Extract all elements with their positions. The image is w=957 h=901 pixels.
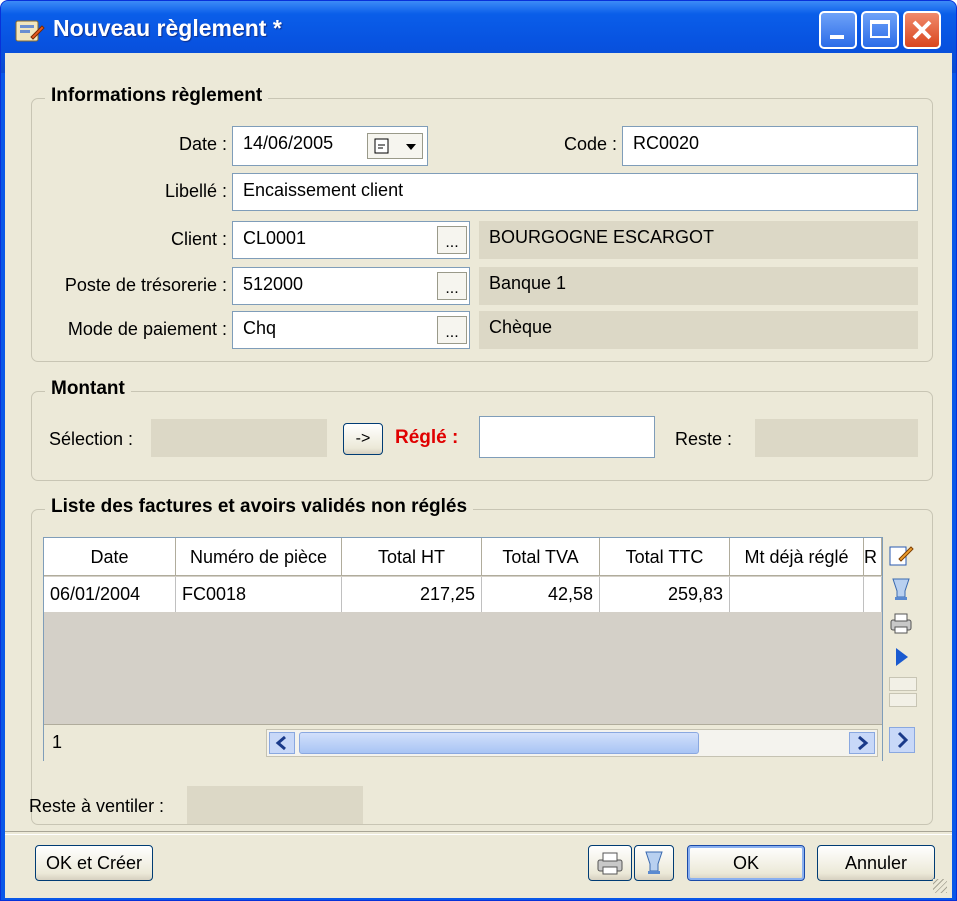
column-header-mt-deja-regle[interactable]: Mt déjà réglé <box>730 538 864 576</box>
row-count: 1 <box>52 732 63 752</box>
ok-button[interactable]: OK <box>687 845 805 881</box>
poste-name-field: Banque 1 <box>479 267 918 305</box>
client-name-field: BOURGOGNE ESCARGOT <box>479 221 918 259</box>
column-header-numero[interactable]: Numéro de pièce <box>176 538 342 576</box>
client-code-value: CL0001 <box>243 228 307 248</box>
montant-legend: Montant <box>45 378 131 400</box>
print-table-button[interactable] <box>887 609 917 639</box>
table-cell-total-ttc[interactable]: 259,83 <box>600 577 730 612</box>
scroll-up-small-button[interactable] <box>889 677 917 691</box>
libelle-label: Libellé : <box>164 181 227 201</box>
window-title: Nouveau règlement * <box>53 15 282 41</box>
filter-footer-button[interactable] <box>634 845 674 881</box>
play-arrow-icon <box>896 648 908 666</box>
reste-label: Reste : <box>675 429 733 449</box>
transfer-button[interactable]: -> <box>343 423 383 455</box>
column-header-total-ttc[interactable]: Total TTC <box>600 538 730 576</box>
filter-glass-icon <box>892 578 910 600</box>
horizontal-scrollbar[interactable] <box>266 729 878 757</box>
close-button[interactable] <box>903 11 941 49</box>
table-cell-mt-deja-regle[interactable] <box>730 577 864 612</box>
poste-code-field[interactable]: 512000 ... <box>232 267 470 305</box>
filter-glass-icon <box>645 851 663 874</box>
poste-label: Poste de trésorerie : <box>64 275 227 295</box>
column-header-total-ht[interactable]: Total HT <box>342 538 482 576</box>
selection-label: Sélection : <box>49 429 134 449</box>
code-field[interactable]: RC0020 <box>622 126 918 166</box>
regle-field[interactable] <box>479 416 655 458</box>
table-cell-total-tva[interactable]: 42,58 <box>482 577 600 612</box>
date-picker-button[interactable] <box>367 133 423 159</box>
arrow-right-icon <box>858 735 869 751</box>
regle-label: Réglé : <box>395 427 459 448</box>
reste-ventiler-label: Reste à ventiler : <box>29 796 165 816</box>
edit-icon <box>889 546 914 566</box>
reste-ventiler-field <box>187 786 363 824</box>
table-cell-numero[interactable]: FC0018 <box>176 577 342 612</box>
calendar-icon <box>374 138 389 154</box>
printer-icon <box>597 852 623 875</box>
client-label: Client : <box>170 229 227 249</box>
arrow-right-icon <box>897 731 909 749</box>
factures-legend: Liste des factures et avoirs validés non… <box>45 496 474 518</box>
print-button[interactable] <box>588 845 632 881</box>
table-cell-r[interactable] <box>864 577 882 612</box>
app-icon <box>15 20 45 42</box>
column-header-total-tva[interactable]: Total TVA <box>482 538 600 576</box>
mode-code-field[interactable]: Chq ... <box>232 311 470 349</box>
libelle-field[interactable]: Encaissement client <box>232 173 918 211</box>
mode-name-field: Chèque <box>479 311 918 349</box>
next-button[interactable] <box>887 643 917 673</box>
scroll-thumb[interactable] <box>299 732 699 754</box>
ok-creer-button[interactable]: OK et Créer <box>35 845 153 881</box>
dialog-window: Nouveau règlement * Informations règleme… <box>0 0 957 901</box>
edit-row-button[interactable] <box>887 541 917 571</box>
poste-lookup-button[interactable]: ... <box>437 272 467 300</box>
info-legend: Informations règlement <box>45 85 269 107</box>
scroll-down-small-button[interactable] <box>889 693 917 707</box>
column-header-date[interactable]: Date <box>44 538 176 576</box>
reste-field <box>755 419 918 457</box>
close-icon <box>912 20 932 40</box>
arrow-left-icon <box>275 735 286 751</box>
printer-icon <box>890 613 912 634</box>
scroll-left-button[interactable] <box>269 732 295 754</box>
minimize-button[interactable] <box>819 11 857 49</box>
annuler-button[interactable]: Annuler <box>817 845 935 881</box>
filter-button[interactable] <box>887 575 917 605</box>
factures-table[interactable]: Date Numéro de pièce Total HT Total TVA … <box>43 537 883 761</box>
date-value: 14/06/2005 <box>243 133 334 153</box>
table-cell-total-ht[interactable]: 217,25 <box>342 577 482 612</box>
date-label: Date : <box>178 134 227 154</box>
table-cell-date[interactable]: 06/01/2004 <box>44 577 176 612</box>
code-label: Code : <box>563 134 617 154</box>
scroll-right-button[interactable] <box>849 732 875 754</box>
client-lookup-button[interactable]: ... <box>437 226 467 254</box>
side-scroll-right-button[interactable] <box>889 727 915 753</box>
poste-code-value: 512000 <box>243 274 304 294</box>
table-footer: 1 <box>44 724 882 761</box>
mode-code-value: Chq <box>243 318 277 338</box>
maximize-button[interactable] <box>861 11 899 49</box>
dialog-body: Informations règlement Date : 14/06/2005… <box>5 53 952 898</box>
chevron-down-icon <box>406 144 416 150</box>
resize-grip[interactable] <box>933 879 947 893</box>
footer-divider <box>5 831 952 835</box>
client-code-field[interactable]: CL0001 ... <box>232 221 470 259</box>
mode-label: Mode de paiement : <box>67 319 227 339</box>
date-field[interactable]: 14/06/2005 <box>232 126 428 166</box>
column-header-r[interactable]: R <box>864 538 882 576</box>
selection-field <box>151 419 327 457</box>
mode-lookup-button[interactable]: ... <box>437 316 467 344</box>
